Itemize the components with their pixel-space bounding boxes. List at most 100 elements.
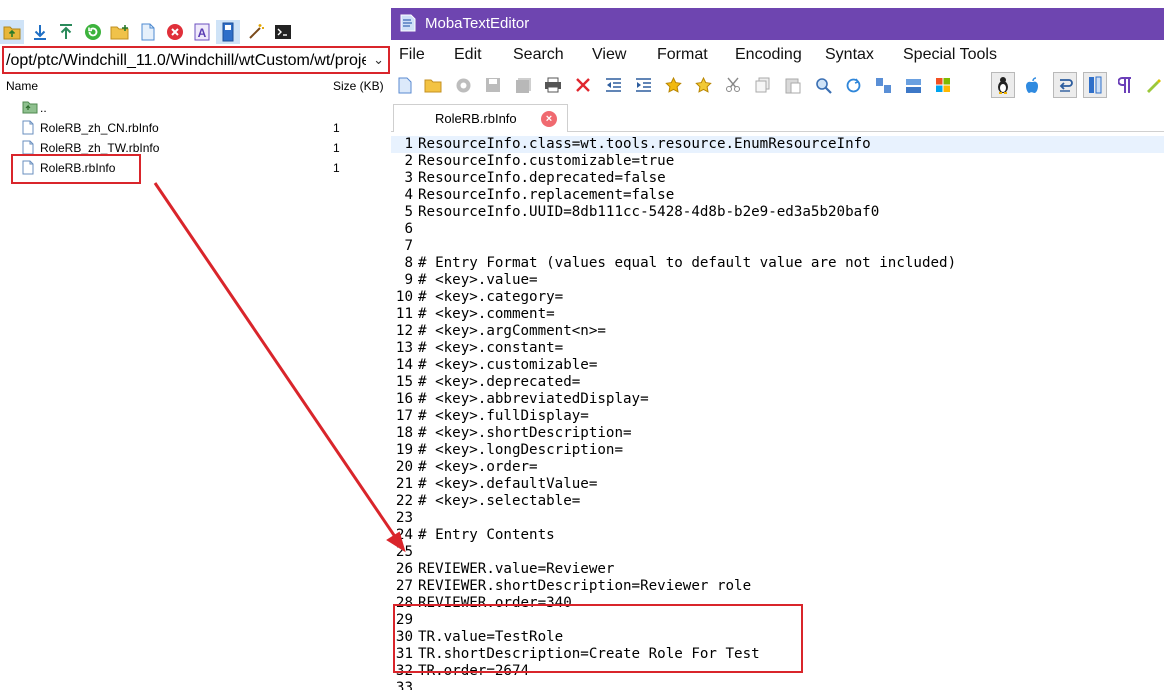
menu-file[interactable]: File: [399, 46, 425, 64]
file-row[interactable]: RoleRB_zh_CN.rbInfo 1: [22, 119, 382, 137]
line-number: 12: [395, 323, 413, 339]
upload-icon[interactable]: [54, 20, 78, 44]
code-line[interactable]: 20 # <key>.order=: [391, 459, 1164, 476]
code-line[interactable]: 17 # <key>.fullDisplay=: [391, 408, 1164, 425]
open-folder-icon[interactable]: [421, 72, 445, 98]
reload-icon[interactable]: [451, 72, 475, 98]
windows-eol-icon[interactable]: [931, 72, 955, 98]
new-document-icon[interactable]: [393, 72, 417, 98]
line-text: ResourceInfo.replacement=false: [418, 187, 675, 203]
file-compare-icon[interactable]: [871, 72, 895, 98]
tab-rolerb[interactable]: RoleRB.rbInfo ×: [393, 104, 568, 132]
cut-icon[interactable]: [721, 72, 745, 98]
menu-view[interactable]: View: [592, 46, 626, 64]
code-line[interactable]: 2 ResourceInfo.customizable=true: [391, 153, 1164, 170]
bookmark-next-icon[interactable]: [691, 72, 715, 98]
code-line[interactable]: 13 # <key>.constant=: [391, 340, 1164, 357]
split-view-icon[interactable]: [901, 72, 925, 98]
code-line[interactable]: 4 ResourceInfo.replacement=false: [391, 187, 1164, 204]
code-line[interactable]: 15 # <key>.deprecated=: [391, 374, 1164, 391]
code-line[interactable]: 14 # <key>.customizable=: [391, 357, 1164, 374]
terminal-icon[interactable]: [271, 20, 295, 44]
menu-encoding[interactable]: Encoding: [735, 46, 802, 64]
download-icon[interactable]: [28, 20, 52, 44]
menu-syntax[interactable]: Syntax: [825, 46, 874, 64]
code-line[interactable]: 22 # <key>.selectable=: [391, 493, 1164, 510]
code-line[interactable]: 19 # <key>.longDescription=: [391, 442, 1164, 459]
text-editor-window: MobaTextEditor File Edit Search View For…: [391, 8, 1164, 690]
code-line[interactable]: 26 REVIEWER.value=Reviewer: [391, 561, 1164, 578]
line-text: # <key>.deprecated=: [418, 374, 581, 390]
save-icon[interactable]: [481, 72, 505, 98]
column-header-name[interactable]: Name: [6, 79, 38, 93]
code-line[interactable]: 31 TR.shortDescription=Create Role For Te…: [391, 646, 1164, 663]
file-name: RoleRB_zh_CN.rbInfo: [40, 121, 159, 135]
indent-icon[interactable]: [631, 72, 655, 98]
view-icon[interactable]: [216, 20, 240, 44]
paste-icon[interactable]: [781, 72, 805, 98]
code-line[interactable]: 1 ResourceInfo.class=wt.tools.resource.En…: [391, 136, 1164, 153]
line-text: # <key>.shortDescription=: [418, 425, 632, 441]
column-view-icon[interactable]: [1083, 72, 1107, 98]
menu-search[interactable]: Search: [513, 46, 564, 64]
line-text: ResourceInfo.customizable=true: [418, 153, 675, 169]
refresh-icon[interactable]: [81, 20, 105, 44]
line-number: 33: [395, 680, 413, 690]
code-line[interactable]: 24 # Entry Contents: [391, 527, 1164, 544]
save-all-icon[interactable]: [511, 72, 535, 98]
delete-icon[interactable]: [163, 20, 187, 44]
code-line[interactable]: 33: [391, 680, 1164, 690]
code-line[interactable]: 11 # <key>.comment=: [391, 306, 1164, 323]
wand-icon[interactable]: [244, 20, 268, 44]
word-wrap-icon[interactable]: [1053, 72, 1077, 98]
chevron-down-icon[interactable]: ⌄: [373, 52, 384, 68]
code-line[interactable]: 8 # Entry Format (values equal to default…: [391, 255, 1164, 272]
line-number: 24: [395, 527, 413, 543]
menu-special-tools[interactable]: Special Tools: [903, 46, 997, 64]
code-line[interactable]: 25: [391, 544, 1164, 561]
code-line[interactable]: 12 # <key>.argComment<n>=: [391, 323, 1164, 340]
code-line[interactable]: 28 REVIEWER.order=340: [391, 595, 1164, 612]
mac-eol-icon[interactable]: [1021, 72, 1045, 98]
new-folder-icon[interactable]: [108, 20, 132, 44]
code-line[interactable]: 21 # <key>.defaultValue=: [391, 476, 1164, 493]
menu-edit[interactable]: Edit: [454, 46, 482, 64]
line-text: # <key>.fullDisplay=: [418, 408, 589, 424]
code-line[interactable]: 10 # <key>.category=: [391, 289, 1164, 306]
code-line[interactable]: 7: [391, 238, 1164, 255]
code-line[interactable]: 6: [391, 221, 1164, 238]
code-line[interactable]: 5 ResourceInfo.UUID=8db111cc-5428-4d8b-b2…: [391, 204, 1164, 221]
remote-path-input[interactable]: /opt/ptc/Windchill_11.0/Windchill/wtCust…: [2, 46, 390, 74]
tab-close-icon[interactable]: ×: [541, 111, 557, 127]
highlighter-icon[interactable]: [1141, 72, 1164, 98]
rename-icon[interactable]: A: [190, 20, 214, 44]
search-icon[interactable]: [811, 72, 835, 98]
code-line[interactable]: 29: [391, 612, 1164, 629]
code-line[interactable]: 23: [391, 510, 1164, 527]
code-line[interactable]: 16 # <key>.abbreviatedDisplay=: [391, 391, 1164, 408]
code-line[interactable]: 32 TR.order=2674: [391, 663, 1164, 680]
menu-bar: File Edit Search View Format Encoding Sy…: [391, 40, 1164, 70]
line-text: # Entry Contents: [418, 527, 555, 543]
replace-icon[interactable]: [841, 72, 865, 98]
code-editor[interactable]: 1 ResourceInfo.class=wt.tools.resource.En…: [391, 134, 1164, 690]
unindent-icon[interactable]: [601, 72, 625, 98]
menu-format[interactable]: Format: [657, 46, 708, 64]
column-header-size[interactable]: Size (KB): [333, 79, 384, 93]
code-line[interactable]: 3 ResourceInfo.deprecated=false: [391, 170, 1164, 187]
upload-folder-icon[interactable]: [0, 20, 24, 44]
code-line[interactable]: 9 # <key>.value=: [391, 272, 1164, 289]
close-icon[interactable]: [571, 72, 595, 98]
file-row-parent[interactable]: ..: [22, 99, 382, 117]
code-line[interactable]: 30 TR.value=TestRole: [391, 629, 1164, 646]
bookmark-toggle-icon[interactable]: [661, 72, 685, 98]
code-line[interactable]: 27 REVIEWER.shortDescription=Reviewer rol…: [391, 578, 1164, 595]
new-file-icon[interactable]: [136, 20, 160, 44]
window-title: MobaTextEditor: [425, 15, 530, 32]
print-icon[interactable]: [541, 72, 565, 98]
code-line[interactable]: 18 # <key>.shortDescription=: [391, 425, 1164, 442]
show-symbols-icon[interactable]: [1113, 72, 1137, 98]
linux-eol-icon[interactable]: [991, 72, 1015, 98]
line-number: 22: [395, 493, 413, 509]
copy-icon[interactable]: [751, 72, 775, 98]
